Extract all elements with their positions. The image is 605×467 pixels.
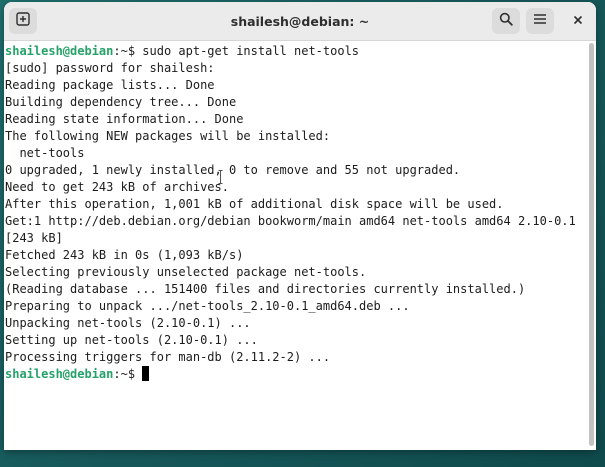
output-line: Processing triggers for man-db (2.11.2-2… bbox=[5, 350, 331, 364]
output-line: Building dependency tree... Done bbox=[5, 95, 237, 109]
hamburger-menu-icon bbox=[533, 12, 547, 30]
scrollbar[interactable] bbox=[586, 41, 596, 450]
command-line: shailesh@debian:~$ sudo apt-get install … bbox=[5, 43, 586, 60]
output-line: Need to get 243 kB of archives. bbox=[5, 180, 229, 194]
output-line: Unpacking net-tools (2.10-0.1) ... bbox=[5, 316, 251, 330]
output-line: net-tools bbox=[5, 146, 85, 160]
output-line: Reading state information... Done bbox=[5, 112, 244, 126]
prompt-path: :~$ bbox=[113, 44, 143, 58]
output-line: (Reading database ... 151400 files and d… bbox=[5, 282, 526, 296]
prompt-user: shailesh@debian bbox=[5, 44, 114, 58]
output-line: Get:1 http://deb.debian.org/debian bookw… bbox=[5, 214, 576, 228]
new-tab-icon bbox=[16, 11, 30, 31]
output-line: 0 upgraded, 1 newly installed, 0 to remo… bbox=[5, 163, 461, 177]
current-prompt-line[interactable]: shailesh@debian:~$ bbox=[5, 366, 586, 383]
close-button[interactable] bbox=[564, 8, 592, 34]
title-bar[interactable]: shailesh@debian: ~ bbox=[4, 2, 596, 41]
output-line: [sudo] password for shailesh: bbox=[5, 61, 215, 75]
search-icon bbox=[499, 12, 513, 31]
close-icon bbox=[573, 12, 583, 30]
text-cursor bbox=[142, 366, 150, 381]
command-text: sudo apt-get install net-tools bbox=[142, 44, 360, 58]
menu-button[interactable] bbox=[526, 8, 554, 34]
output-line: Selecting previously unselected package … bbox=[5, 265, 367, 279]
output-line: Setting up net-tools (2.10-0.1) ... bbox=[5, 333, 258, 347]
scrollbar-thumb[interactable] bbox=[589, 43, 594, 446]
output-line: The following NEW packages will be insta… bbox=[5, 129, 331, 143]
output-line: [243 kB] bbox=[5, 231, 63, 245]
terminal-window: shailesh@debian: ~ shailesh@debian:~$ su… bbox=[4, 2, 596, 450]
output-line: Fetched 243 kB in 0s (1,093 kB/s) bbox=[5, 248, 244, 262]
prompt-user: shailesh@debian bbox=[5, 367, 114, 381]
output-line: After this operation, 1,001 kB of additi… bbox=[5, 197, 504, 211]
search-button[interactable] bbox=[492, 8, 520, 34]
output-line: Reading package lists... Done bbox=[5, 78, 215, 92]
terminal-output-area[interactable]: shailesh@debian:~$ sudo apt-get install … bbox=[4, 41, 586, 450]
output-line: Preparing to unpack .../net-tools_2.10-0… bbox=[5, 299, 410, 313]
new-tab-button[interactable] bbox=[9, 8, 37, 34]
prompt-path: :~$ bbox=[113, 367, 143, 381]
desktop-background: shailesh@debian: ~ shailesh@debian:~$ su… bbox=[0, 0, 605, 467]
